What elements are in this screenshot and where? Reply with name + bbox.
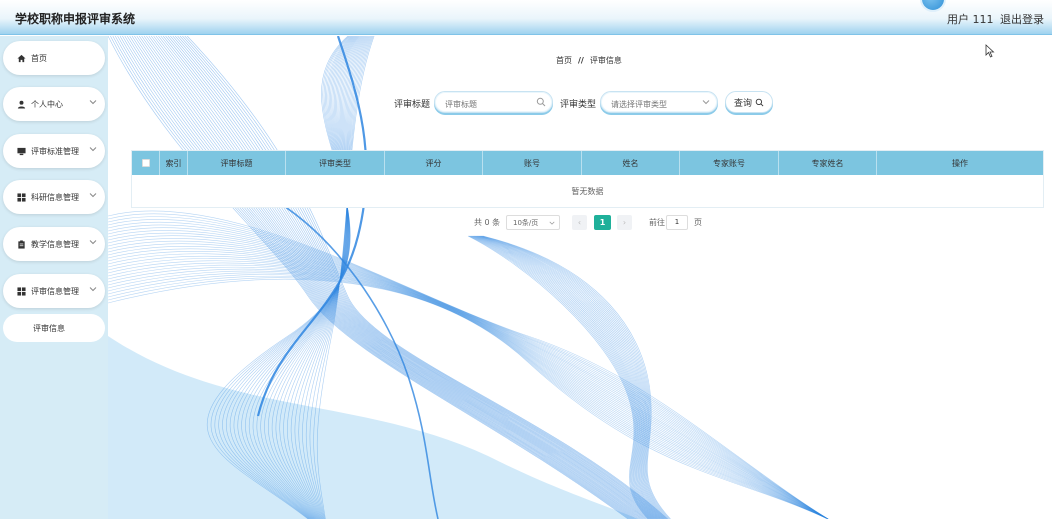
- page-size-select[interactable]: 10条/页: [506, 215, 560, 230]
- user-name: 用户 111: [947, 13, 994, 26]
- user-icon: [17, 100, 26, 109]
- sidebar-item-label: 个人中心: [31, 99, 63, 109]
- grid-icon: [17, 192, 26, 202]
- main-content: 首页 // 评审信息 评审标题 评审类型 查询 索引 评审标题 评审类型 评分 账号…: [108, 36, 1052, 519]
- chevron-down-icon: [702, 100, 710, 105]
- search-type-label: 评审类型: [560, 100, 597, 110]
- breadcrumb-current: 评审信息: [589, 56, 622, 65]
- breadcrumb-separator: //: [578, 56, 584, 65]
- chevron-down-icon: [549, 221, 555, 225]
- column-header: 姓名: [582, 151, 680, 175]
- query-button-label: 查询: [733, 98, 752, 109]
- chevron-down-icon: [89, 100, 97, 105]
- sidebar-item-review-standard[interactable]: 评审标准管理: [3, 134, 105, 168]
- monitor-icon: [17, 147, 26, 156]
- column-header: 索引: [160, 151, 188, 175]
- app-title: 学校职称申报评审系统: [15, 12, 136, 26]
- home-icon: [17, 54, 26, 63]
- grid-icon: [17, 286, 26, 296]
- sidebar-item-teaching-info[interactable]: 教学信息管理: [3, 227, 105, 261]
- breadcrumb: 首页 // 评审信息: [556, 55, 622, 66]
- sidebar-item-research-info[interactable]: 科研信息管理: [3, 180, 105, 214]
- next-page-button[interactable]: ›: [617, 215, 632, 230]
- goto-page-input[interactable]: 1: [666, 215, 688, 230]
- query-button[interactable]: 查询: [725, 91, 773, 113]
- search-icon: [755, 98, 764, 106]
- clipboard-icon: [17, 239, 26, 249]
- mouse-cursor-icon: [985, 44, 995, 58]
- table-empty-text: 暂无数据: [571, 187, 604, 196]
- sidebar-item-personal-center[interactable]: 个人中心: [3, 87, 105, 121]
- table-header-select-all: [132, 151, 160, 175]
- chevron-down-icon: [89, 287, 97, 292]
- sidebar: 首页 个人中心 评审标准管理 科研信息管理 教学信息管理 评审信息管理 评审信息: [0, 36, 108, 519]
- chevron-down-icon: [89, 240, 97, 245]
- column-header: 评分: [385, 151, 483, 175]
- prev-page-button[interactable]: ‹: [572, 215, 587, 230]
- column-header: 专家账号: [680, 151, 779, 175]
- column-header: 账号: [483, 151, 582, 175]
- column-header: 评审类型: [286, 151, 385, 175]
- user-avatar[interactable]: [920, 0, 946, 12]
- search-type-select-wrap: [600, 91, 718, 115]
- breadcrumb-home[interactable]: 首页: [556, 56, 572, 65]
- sidebar-item-home[interactable]: 首页: [3, 41, 105, 75]
- select-all-checkbox[interactable]: [141, 159, 150, 167]
- search-title-input-wrap: [434, 91, 553, 115]
- column-header: 专家姓名: [779, 151, 877, 175]
- sidebar-item-label: 评审信息管理: [31, 286, 79, 296]
- logout-link[interactable]: 退出登录: [1000, 11, 1044, 27]
- sidebar-subitem-review-info[interactable]: 评审信息: [3, 314, 105, 342]
- page-size-value: 10条/页: [513, 218, 539, 227]
- column-header: 评审标题: [188, 151, 286, 175]
- sidebar-item-label: 教学信息管理: [31, 239, 79, 249]
- sidebar-item-label: 评审标准管理: [31, 146, 79, 156]
- search-type-select[interactable]: [601, 94, 717, 115]
- chevron-down-icon: [89, 193, 97, 198]
- search-title-input[interactable]: [435, 94, 552, 115]
- column-header: 操作: [952, 158, 968, 168]
- sidebar-item-review-info[interactable]: 评审信息管理: [3, 274, 105, 308]
- sidebar-item-label: 首页: [31, 53, 47, 63]
- chevron-down-icon: [89, 147, 97, 152]
- search-icon: [536, 97, 546, 107]
- page-number-current[interactable]: 1: [594, 215, 611, 230]
- pagination-total: 共 0 条: [474, 218, 501, 227]
- goto-label: 前往: [649, 218, 665, 227]
- search-title-label: 评审标题: [394, 100, 431, 110]
- review-table: 索引 评审标题 评审类型 评分 账号 姓名 专家账号 专家姓名 操作 暂无数据: [131, 150, 1044, 208]
- table-header: 索引 评审标题 评审类型 评分 账号 姓名 专家账号 专家姓名 操作: [132, 151, 1043, 175]
- goto-unit: 页: [694, 218, 702, 227]
- top-header: 学校职称申报评审系统 用户 111 退出登录: [0, 0, 1052, 35]
- sidebar-item-label: 科研信息管理: [31, 192, 79, 202]
